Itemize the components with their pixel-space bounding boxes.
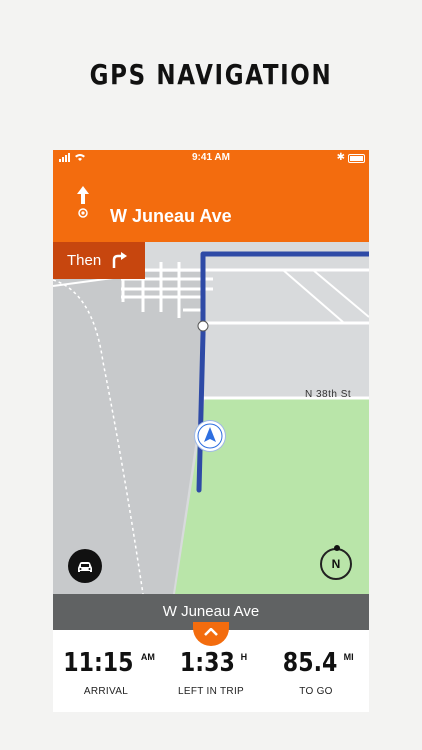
time-left-stat: 1:33 H LEFT IN TRIP	[158, 648, 264, 697]
poi-icon	[197, 320, 209, 332]
navigation-arrow-icon	[197, 423, 223, 449]
current-position	[195, 421, 225, 451]
arrival-stat: 11:15 AM ARRIVAL	[53, 648, 159, 697]
map-street-label: N 38th St	[305, 389, 352, 400]
distance-unit: MI	[343, 652, 354, 662]
straight-arrow-icon	[77, 186, 89, 218]
distance-value: 85.4	[283, 648, 338, 678]
car-icon	[78, 562, 92, 572]
time-left-value: 1:33	[179, 648, 235, 678]
arrival-time: 11:15	[63, 648, 134, 678]
distance-stat: 85.4 MI TO GO	[263, 648, 369, 697]
chevron-up-icon	[204, 628, 218, 636]
navigation-banner[interactable]: W Juneau Ave	[53, 166, 369, 242]
next-street-name: W Juneau Ave	[110, 206, 232, 226]
then-label: Then	[67, 252, 102, 269]
page-headline: GPS NAVIGATION	[89, 58, 333, 91]
bluetooth-icon: ✱	[336, 152, 345, 163]
compass-button[interactable]: N	[320, 545, 352, 580]
time-left-caption: LEFT IN TRIP	[177, 686, 245, 697]
arrival-caption: ARRIVAL	[83, 686, 129, 697]
time-left-unit: H	[240, 652, 248, 662]
turn-right-icon	[112, 252, 127, 268]
status-time: 9:41 AM	[192, 152, 230, 163]
map-view[interactable]	[53, 242, 369, 594]
then-maneuver[interactable]: Then	[53, 242, 145, 279]
battery-icon	[348, 154, 365, 163]
vehicle-mode-button[interactable]	[68, 549, 102, 583]
distance-caption: TO GO	[299, 686, 333, 697]
status-bar: 9:41 AM ✱	[53, 150, 369, 166]
arrival-unit: AM	[140, 652, 155, 662]
phone-screen: 9:41 AM ✱ W Juneau Ave Then N 38th St N …	[53, 150, 369, 712]
